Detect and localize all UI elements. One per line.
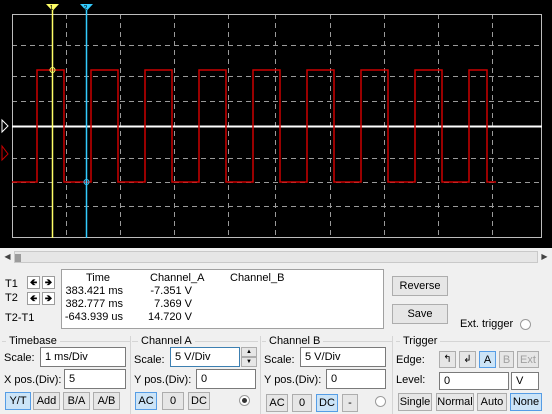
channel-b-scale-input[interactable]: 5 V/Div [300, 347, 386, 367]
readout-delta-time: -643.939 us [64, 311, 123, 323]
trigger-source-b-button[interactable]: B [499, 351, 514, 368]
readout-t2-channel-a: 7.369 V [154, 298, 192, 310]
cursor-readout-table: Time Channel_A Channel_B 383.421 ms -7.3… [61, 269, 384, 329]
channel-a-zero-button[interactable]: 0 [162, 392, 184, 410]
readout-header-channel-a: Channel_A [150, 272, 205, 284]
scroll-track[interactable] [14, 251, 538, 263]
readout-t2-time: 382.777 ms [65, 298, 123, 310]
readout-delta-channel-a: 14.720 V [147, 311, 192, 323]
arrow-left-icon: 🡸 [29, 292, 38, 303]
scroll-left-icon[interactable]: ◀ [2, 250, 13, 262]
scope-plot: 1 2 [1, 4, 542, 238]
mode-add-button[interactable]: Add [33, 392, 60, 410]
trigger-source-a-button[interactable]: A [479, 351, 496, 368]
channel-b-level-marker [1, 144, 9, 162]
channel-a-scale-label: Scale: [134, 354, 165, 366]
channel-b-ac-button[interactable]: AC [266, 394, 288, 412]
ext-trigger-label: Ext. trigger [460, 318, 514, 330]
arrow-right-icon: 🡺 [44, 292, 53, 303]
trigger-level-input[interactable]: 0 [439, 372, 509, 390]
cursor-t1-handle-label: 1 [50, 5, 54, 12]
group-separator [260, 336, 261, 414]
channel-b-invert-button[interactable]: - [342, 394, 358, 412]
channel-a-dc-button[interactable]: DC [188, 392, 210, 410]
trigger-single-button[interactable]: Single [398, 393, 432, 411]
t1-move-right-button[interactable]: 🡺 [42, 276, 55, 289]
timebase-scale-input[interactable]: 1 ms/Div [40, 347, 126, 367]
group-separator [130, 336, 131, 414]
channel-a-terminal[interactable] [239, 395, 250, 406]
timebase-xpos-label: X pos.(Div): [4, 374, 62, 386]
cursor-t2-label: T2 [5, 292, 18, 304]
trigger-auto-button[interactable]: Auto [477, 393, 507, 411]
channel-a-scale-down-button[interactable]: ▼ [241, 357, 257, 367]
spin-up-icon: ▲ [246, 349, 252, 355]
oscilloscope-display: 1 2 ◀ ▶ [0, 0, 552, 263]
time-scrollbar[interactable]: ◀ ▶ [2, 250, 550, 263]
channel-b-dc-button[interactable]: DC [316, 394, 338, 412]
trigger-normal-button[interactable]: Normal [436, 393, 474, 411]
channel-b-ypos-input[interactable]: 0 [326, 369, 386, 389]
mode-ba-button[interactable]: B/A [63, 392, 90, 410]
reverse-button[interactable]: Reverse [392, 276, 448, 296]
falling-edge-icon: ↲ [463, 354, 472, 365]
channel-b-title: Channel B [266, 335, 324, 347]
channel-b-ypos-label: Y pos.(Div): [264, 374, 322, 386]
timebase-xpos-input[interactable]: 5 [64, 369, 126, 389]
t2-move-right-button[interactable]: 🡺 [42, 292, 55, 305]
channel-a-scale-up-button[interactable]: ▲ [241, 347, 257, 357]
readout-t1-channel-a: -7.351 V [150, 285, 192, 297]
channel-a-level-marker [1, 118, 9, 134]
scroll-thumb[interactable] [15, 254, 21, 262]
trigger-edge-label: Edge: [396, 354, 425, 366]
spin-down-icon: ▼ [246, 359, 252, 365]
rising-edge-button[interactable]: ↰ [439, 351, 456, 368]
rising-edge-icon: ↰ [443, 354, 452, 365]
channel-a-scale-input[interactable]: 5 V/Div [170, 347, 240, 367]
channel-a-title: Channel A [138, 335, 195, 347]
channel-b-terminal[interactable] [375, 396, 386, 407]
timebase-scale-label: Scale: [4, 352, 35, 364]
cursor-t2-handle-label: 2 [84, 5, 88, 12]
channel-a-ypos-input[interactable]: 0 [196, 369, 256, 389]
channel-b-scale-label: Scale: [264, 354, 295, 366]
ext-trigger-terminal[interactable] [520, 319, 531, 330]
mode-ab-button[interactable]: A/B [93, 392, 120, 410]
falling-edge-button[interactable]: ↲ [459, 351, 476, 368]
scroll-right-icon[interactable]: ▶ [539, 250, 550, 262]
timebase-title: Timebase [6, 335, 60, 347]
arrow-right-icon: 🡺 [44, 276, 53, 287]
t1-move-left-button[interactable]: 🡸 [27, 276, 40, 289]
group-separator [392, 336, 393, 414]
readout-header-time: Time [86, 272, 111, 284]
trigger-none-button[interactable]: None [510, 393, 542, 411]
trigger-title: Trigger [400, 335, 441, 347]
readout-t1-time: 383.421 ms [65, 285, 123, 297]
channel-a-ac-button[interactable]: AC [135, 392, 157, 410]
save-button[interactable]: Save [392, 304, 448, 324]
channel-b-zero-button[interactable]: 0 [292, 394, 312, 412]
cursor-delta-label: T2-T1 [5, 312, 35, 324]
trigger-source-ext-button[interactable]: Ext [517, 351, 539, 368]
cursor-t1-label: T1 [5, 278, 18, 290]
trigger-level-label: Level: [396, 374, 426, 386]
arrow-left-icon: 🡸 [29, 276, 38, 287]
trigger-level-unit[interactable]: V [511, 372, 539, 390]
scope-screen: 1 2 [0, 0, 552, 248]
mode-yt-button[interactable]: Y/T [5, 392, 31, 410]
t2-move-left-button[interactable]: 🡸 [27, 292, 40, 305]
channel-a-ypos-label: Y pos.(Div): [134, 374, 192, 386]
readout-header-channel-b: Channel_B [230, 272, 285, 284]
